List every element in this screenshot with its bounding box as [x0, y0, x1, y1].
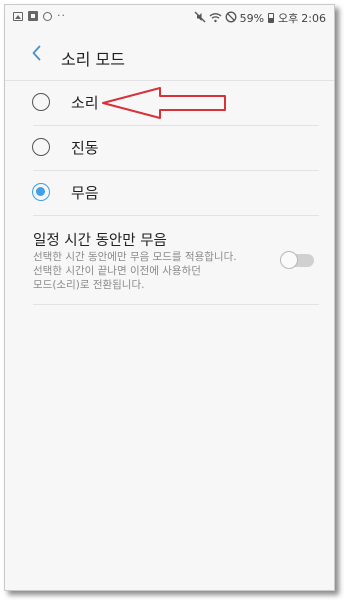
option-sound-label: 소리	[71, 94, 99, 112]
annotation-arrow-icon	[102, 87, 226, 119]
status-time: 2:06	[301, 11, 326, 25]
page-title: 소리 모드	[61, 50, 125, 69]
divider	[33, 304, 319, 305]
option-mute[interactable]: 무음	[5, 171, 334, 215]
sync-icon	[43, 11, 52, 21]
status-ampm: 오후	[278, 12, 299, 25]
radio-mute[interactable]	[32, 183, 50, 201]
timed-silence-desc-line: 선택한 시간이 끝나면 이전에 사용하던	[33, 265, 201, 277]
status-bar-left: ··	[13, 9, 66, 22]
back-button[interactable]	[27, 43, 47, 63]
timed-silence-title[interactable]: 일정 시간 동안만 무음	[33, 229, 167, 250]
battery-percent: 59%	[239, 11, 265, 25]
status-bar: ·· 59% 오후 2:06	[5, 5, 334, 29]
radio-sound[interactable]	[32, 93, 50, 111]
timed-silence-desc-line: 선택한 시간 동안에만 무음 모드를 적용합니다.	[33, 251, 237, 263]
screenshot-frame: ·· 59% 오후 2:06 소리 모드 소리 진동 무음 일정 시간 동안만 …	[4, 4, 335, 591]
option-mute-label: 무음	[71, 184, 99, 202]
timed-silence-toggle[interactable]	[280, 251, 316, 269]
app-header: 소리 모드	[5, 33, 334, 79]
option-vibrate-label: 진동	[71, 139, 99, 157]
chevron-left-icon	[32, 45, 41, 61]
option-vibrate[interactable]: 진동	[5, 126, 334, 170]
radio-vibrate[interactable]	[32, 138, 50, 156]
battery-icon	[268, 13, 275, 23]
image-icon	[13, 11, 23, 21]
wifi-icon	[209, 11, 222, 26]
divider	[33, 215, 319, 216]
more-notifications-dots: ··	[57, 9, 66, 22]
timed-silence-description: 선택한 시간 동안에만 무음 모드를 적용합니다. 선택한 시간이 끝나면 이전…	[33, 250, 255, 292]
mute-icon	[194, 11, 206, 26]
no-disturb-icon	[225, 11, 237, 26]
flag-icon	[28, 11, 38, 21]
status-bar-right: 59% 오후 2:06	[194, 10, 326, 26]
timed-silence-desc-line: 모드(소리)로 전환됩니다.	[33, 279, 145, 291]
toggle-knob	[280, 251, 298, 269]
